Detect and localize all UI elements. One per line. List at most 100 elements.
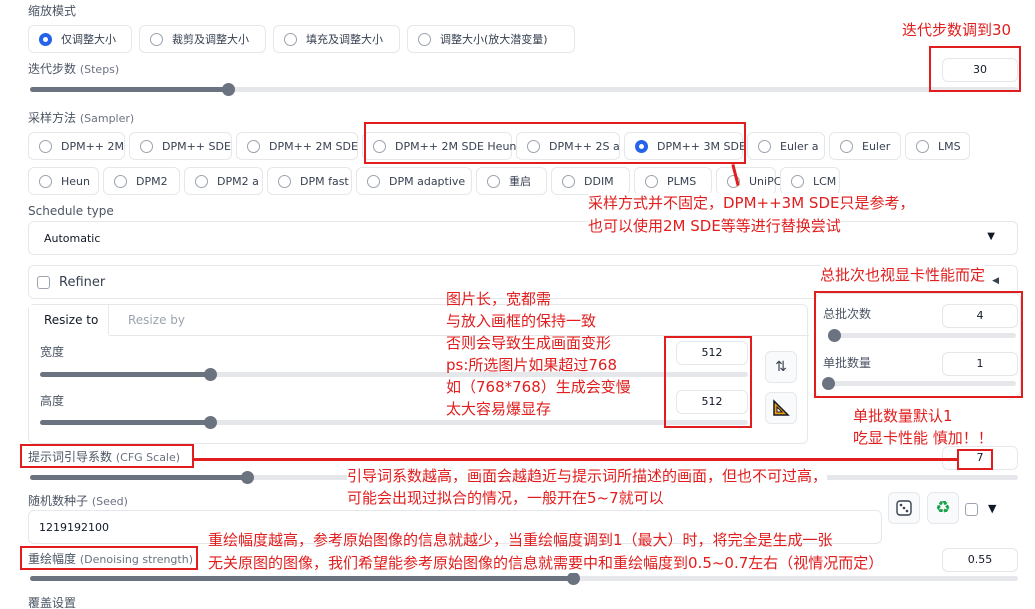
denoise-annotation-line1: 重绘幅度越高，参考原始图像的信息就越少，当重绘幅度调到1（最大）时，将完全是生成… <box>208 531 833 549</box>
steps-highlight-box <box>929 46 1021 92</box>
width-slider-thumb[interactable] <box>203 368 217 381</box>
denoise-label-highlight-box <box>20 546 198 570</box>
sampler-annotation-line1: 采样方式并不固定，DPM++3M SDE只是参考， <box>588 193 915 213</box>
size-annotation-line5: 如（768*768）生成会变慢 <box>446 378 631 396</box>
random-seed-button[interactable] <box>888 492 920 524</box>
radio-circle <box>114 174 127 188</box>
sampler-option-9[interactable]: Heun <box>28 167 99 195</box>
width-slider-fill <box>40 372 210 377</box>
radio-circle <box>247 139 260 153</box>
sampler-option-16-label: PLMS <box>667 174 697 188</box>
triangle-ruler-icon <box>773 399 790 416</box>
denoise-slider[interactable] <box>30 572 1018 585</box>
resize-mode-option-2[interactable]: 填充及调整大小 <box>273 25 400 53</box>
cfg-slider-fill <box>30 475 248 480</box>
sampler-option-18[interactable]: LCM <box>780 167 840 195</box>
width-slider[interactable] <box>40 368 748 381</box>
tab-resize-to-label: Resize to <box>44 313 99 327</box>
height-slider-fill <box>40 420 210 425</box>
radio-circle <box>758 139 771 153</box>
sampler-option-10-label: DPM2 <box>136 174 168 188</box>
radio-circle <box>916 139 929 153</box>
size-annotation-line2: 与放入画框的保持一致 <box>446 312 597 330</box>
schedule-type-label: Schedule type <box>28 204 114 218</box>
radio-circle <box>645 174 658 188</box>
sampler-option-15-label: DDIM <box>584 174 614 188</box>
radio-circle <box>840 139 853 153</box>
swap-dimensions-button[interactable]: ⇅ <box>765 351 797 383</box>
radio-circle <box>791 174 804 188</box>
tab-resize-to[interactable]: Resize to <box>29 305 109 335</box>
sampler-option-18-label: LCM <box>813 174 837 188</box>
sampler-option-9-label: Heun <box>61 174 90 188</box>
extra-seed-checkbox[interactable] <box>965 503 978 516</box>
sampler-option-8[interactable]: LMS <box>905 132 970 160</box>
sampler-option-15[interactable]: DDIM <box>551 167 630 195</box>
sampler-highlight-box <box>364 122 746 164</box>
sampler-option-14[interactable]: 重启 <box>476 167 547 195</box>
cfg-connector-line <box>194 458 958 461</box>
height-slider[interactable] <box>40 416 748 429</box>
chevron-down-icon: ▼ <box>987 231 995 242</box>
height-label: 高度 <box>40 394 65 408</box>
denoise-slider-thumb[interactable] <box>567 572 581 585</box>
radio-circle <box>39 174 52 188</box>
extra-seed-toggle-icon[interactable]: ▼ <box>988 502 996 515</box>
resize-mode-option-0-label: 仅调整大小 <box>61 33 116 46</box>
cfg-slider-thumb[interactable] <box>241 471 255 484</box>
sampler-option-0-label: DPM++ 2M <box>61 139 125 153</box>
sampler-option-16[interactable]: PLMS <box>634 167 712 195</box>
sampler-option-12-label: DPM fast <box>300 174 349 188</box>
sampler-option-12[interactable]: DPM fast <box>267 167 352 195</box>
sampler-option-17-label: UniPC <box>749 174 782 188</box>
radio-circle <box>39 139 52 153</box>
recycle-icon: ♻ <box>935 498 951 518</box>
cfg-value-highlight-box <box>957 449 993 470</box>
sampler-option-1-label: DPM++ SDE <box>162 139 231 153</box>
radio-circle <box>150 32 163 46</box>
seed-value: 1219192100 <box>39 521 109 534</box>
batch-size-annotation-line2: 吃显卡性能 慎加！！ <box>853 429 993 447</box>
radio-circle <box>284 32 297 46</box>
resize-mode-option-1[interactable]: 裁剪及调整大小 <box>139 25 266 53</box>
size-annotation-line4: ps:所选图片如果超过768 <box>446 356 618 374</box>
steps-slider-fill <box>30 87 228 92</box>
schedule-type-select[interactable]: Automatic ▼ <box>28 221 1018 255</box>
sampler-option-17[interactable]: UniPC <box>716 167 781 195</box>
denoise-annotation-line2: 无关原图的图像，我们希望能参考原始图像的信息就需要中和重绘幅度到0.5~0.7左… <box>208 553 884 573</box>
radio-circle <box>562 174 575 188</box>
radio-circle <box>367 174 380 188</box>
sampler-label: 采样方法 (Sampler) <box>28 111 135 125</box>
height-slider-thumb[interactable] <box>203 416 217 429</box>
steps-slider-thumb[interactable] <box>221 83 235 96</box>
refiner-label: Refiner <box>59 275 106 290</box>
resize-mode-label: 缩放模式 <box>28 4 77 18</box>
sampler-option-11-label: DPM2 a <box>217 174 259 188</box>
steps-slider[interactable] <box>30 83 1018 96</box>
sampler-option-6[interactable]: Euler a <box>747 132 825 160</box>
batch-count-annotation: 总批次也视显卡性能而定 <box>820 265 986 285</box>
denoise-input[interactable]: 0.55 <box>942 548 1018 572</box>
sampler-option-13[interactable]: DPM adaptive <box>356 167 472 195</box>
reuse-seed-button[interactable]: ♻ <box>927 492 959 524</box>
sampler-annotation-line2: 也可以使用2M SDE等等进行替换尝试 <box>588 216 841 236</box>
seed-label: 随机数种子 (Seed) <box>28 494 128 508</box>
sampler-option-13-label: DPM adaptive <box>389 174 466 188</box>
radio-circle <box>418 32 431 46</box>
sampler-option-0[interactable]: DPM++ 2M <box>28 132 125 160</box>
sampler-option-1[interactable]: DPM++ SDE <box>129 132 232 160</box>
cfg-annotation-line1: 引导词系数越高，画面会越趋近与提示词所描述的画面，但也不可过高， <box>347 466 828 486</box>
width-label: 宽度 <box>40 345 65 359</box>
schedule-type-value: Automatic <box>44 232 101 245</box>
radio-circle <box>195 174 208 188</box>
sampler-option-7[interactable]: Euler <box>829 132 901 160</box>
collapse-arrow-icon: ◀ <box>992 276 999 286</box>
refiner-checkbox[interactable] <box>37 276 50 289</box>
resize-mode-option-3[interactable]: 调整大小(放大潜变量) <box>407 25 575 53</box>
tab-resize-by[interactable]: Resize by <box>128 313 185 327</box>
sampler-option-11[interactable]: DPM2 a <box>184 167 263 195</box>
sampler-option-10[interactable]: DPM2 <box>103 167 180 195</box>
sampler-option-2[interactable]: DPM++ 2M SDE <box>236 132 358 160</box>
aspect-ratio-button[interactable] <box>765 392 797 424</box>
resize-mode-option-0[interactable]: 仅调整大小 <box>28 25 132 53</box>
